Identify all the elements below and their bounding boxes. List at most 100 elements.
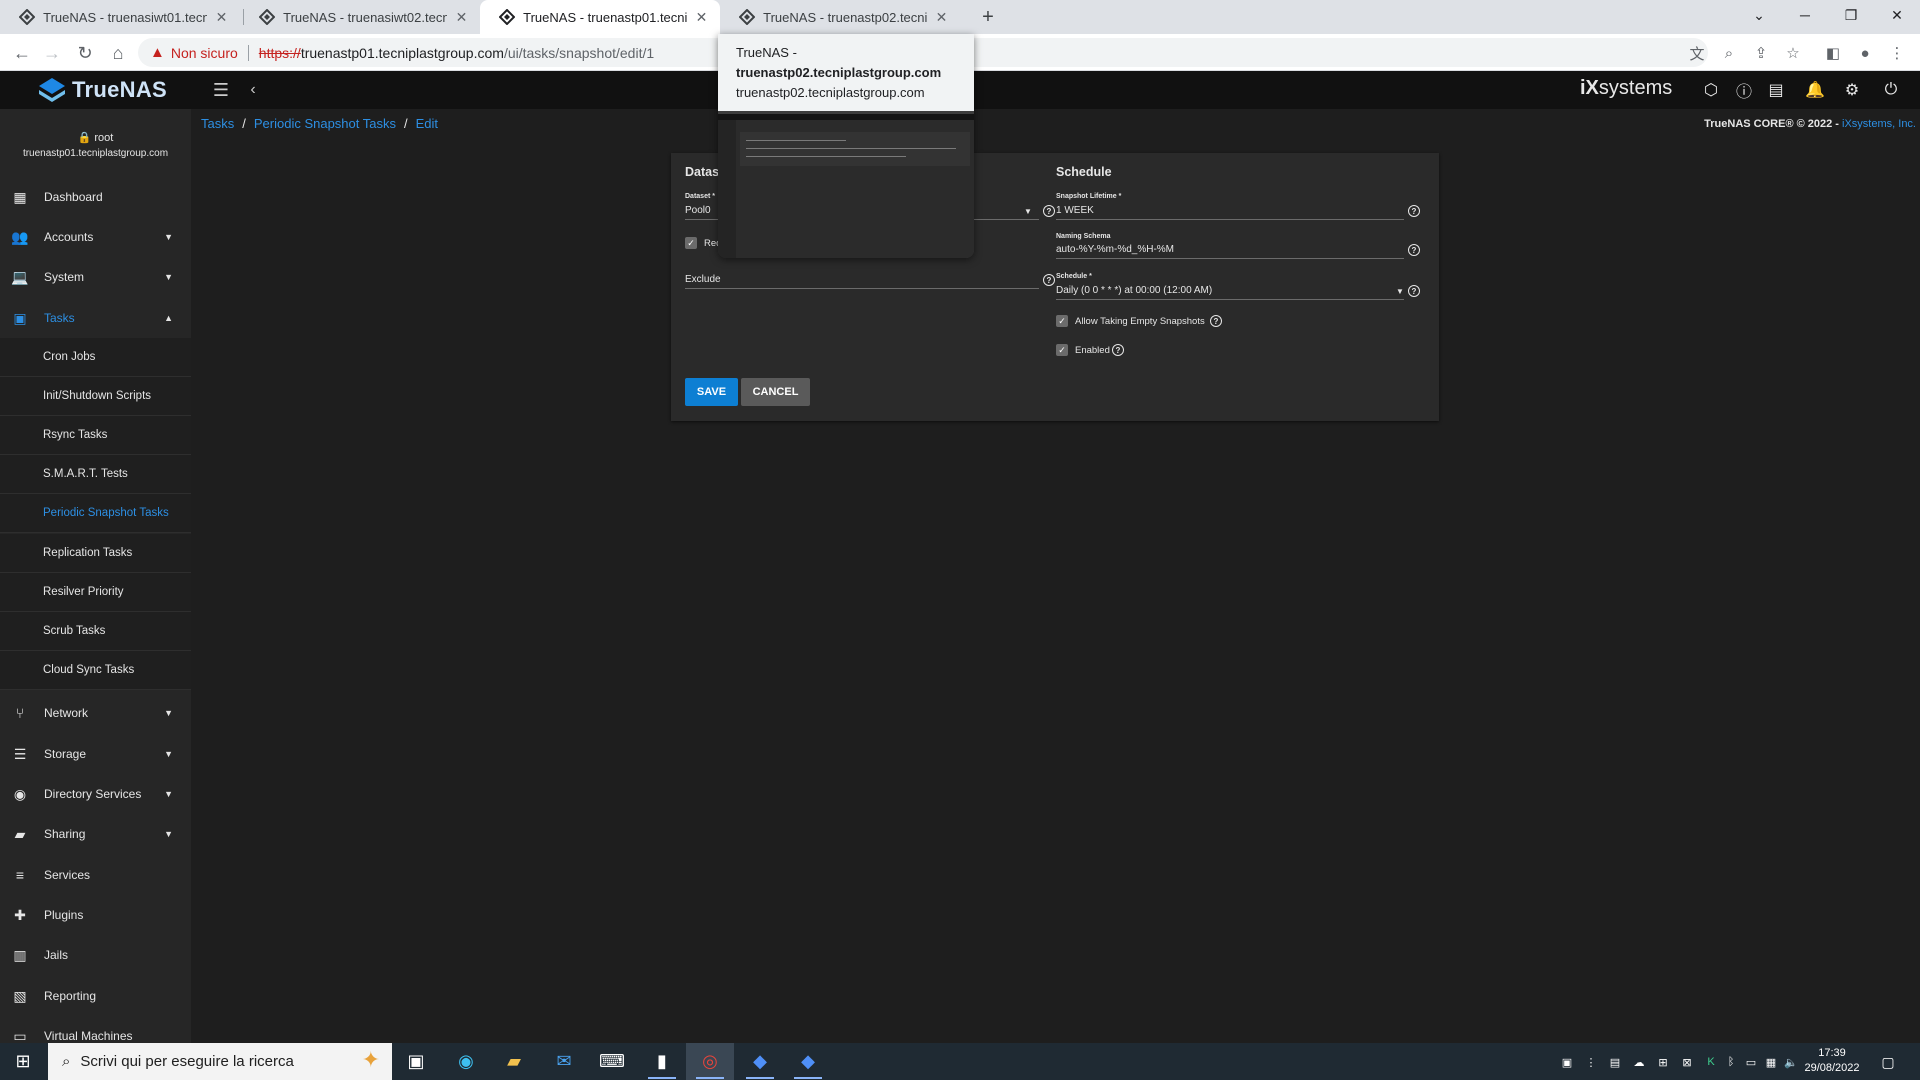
side-panel-icon[interactable]: ◧	[1821, 41, 1845, 65]
copyright-company-link[interactable]: iXsystems, Inc.	[1842, 118, 1916, 130]
remote-app-icon-2[interactable]: ◆	[784, 1043, 832, 1080]
sidebar-item-directory-services[interactable]: ◉ Directory Services ▼	[0, 774, 191, 814]
sidebar-subitem-scrub[interactable]: Scrub Tasks	[0, 612, 191, 651]
terminal-icon[interactable]: ▮	[638, 1043, 686, 1080]
close-window-icon[interactable]: ✕	[1874, 0, 1920, 30]
system-clock[interactable]: 17:39 29/08/2022	[1796, 1046, 1868, 1076]
share-icon[interactable]: ⇪	[1749, 41, 1773, 65]
mail-icon[interactable]: ✉	[540, 1043, 588, 1080]
remote-app-icon-1[interactable]: ◆	[736, 1043, 784, 1080]
breadcrumb-tasks[interactable]: Tasks	[201, 116, 234, 131]
help-icon[interactable]: ?	[1043, 205, 1055, 217]
tab-close-icon[interactable]: ✕	[453, 8, 470, 26]
notifications-bell-icon[interactable]: 🔔	[1804, 79, 1826, 101]
truenas-logo[interactable]: TrueNAS	[38, 77, 167, 103]
network-tray-icon[interactable]: ▦	[1762, 1053, 1780, 1071]
recursive-checkbox[interactable]: ✓	[685, 237, 697, 249]
tray-k-icon[interactable]: K	[1702, 1053, 1720, 1071]
truecommand-icon[interactable]: ⬡	[1700, 79, 1722, 101]
power-icon[interactable]: ⏻	[1880, 79, 1902, 101]
home-icon[interactable]: ⌂	[104, 39, 132, 67]
sidebar-subitem-cloud-sync[interactable]: Cloud Sync Tasks	[0, 651, 191, 690]
new-tab-button[interactable]: +	[976, 5, 1000, 29]
tab-close-icon[interactable]: ✕	[933, 8, 950, 26]
schedule-select[interactable]: Daily (0 0 * * *) at 00:00 (12:00 AM)	[1056, 285, 1212, 296]
back-icon[interactable]: ←	[8, 39, 36, 67]
browser-tab-4[interactable]: TrueNAS - truenastp02.tecniplast ✕	[720, 0, 960, 34]
enabled-checkbox[interactable]: ✓	[1056, 344, 1068, 356]
info-icon[interactable]: ⓘ	[1733, 79, 1755, 101]
forward-icon[interactable]: →	[38, 39, 66, 67]
naming-schema-input[interactable]: auto-%Y-%m-%d_%H-%M	[1056, 244, 1174, 255]
task-manager-icon[interactable]: ▤	[1765, 79, 1787, 101]
windows-start-icon[interactable]: ⊞	[0, 1043, 46, 1080]
sidebar-subitem-cron-jobs[interactable]: Cron Jobs	[0, 338, 191, 377]
profile-icon[interactable]: ●	[1853, 41, 1877, 65]
tray-app-icon[interactable]: ⊠	[1678, 1053, 1696, 1071]
ixsystems-logo[interactable]: iXsystems	[1580, 77, 1672, 100]
bookmark-star-icon[interactable]: ☆	[1781, 41, 1805, 65]
tab-close-icon[interactable]: ✕	[213, 8, 230, 26]
sidebar-subitem-periodic-snapshot[interactable]: Periodic Snapshot Tasks	[0, 494, 191, 533]
sidebar-item-storage[interactable]: ☰ Storage ▼	[0, 734, 191, 774]
save-button[interactable]: SAVE	[685, 378, 738, 406]
settings-gear-icon[interactable]: ⚙	[1841, 79, 1863, 101]
tray-app-icon[interactable]: ▤	[1606, 1053, 1624, 1071]
sidebar-subitem-replication[interactable]: Replication Tasks	[0, 534, 191, 573]
sidebar-subitem-init-shutdown[interactable]: Init/Shutdown Scripts	[0, 377, 191, 416]
allow-empty-checkbox[interactable]: ✓	[1056, 315, 1068, 327]
sidebar-item-sharing[interactable]: ▰ Sharing ▼	[0, 814, 191, 854]
sidebar-item-reporting[interactable]: ▧ Reporting	[0, 976, 191, 1016]
sidebar-subitem-resilver[interactable]: Resilver Priority	[0, 573, 191, 612]
zoom-icon[interactable]: ⌕	[1717, 41, 1741, 65]
tray-app-icon[interactable]: ⋮	[1582, 1053, 1600, 1071]
lifetime-input[interactable]: 1 WEEK	[1056, 205, 1094, 216]
tab-close-icon[interactable]: ✕	[693, 8, 710, 26]
edge-icon[interactable]: ◉	[442, 1043, 490, 1080]
minimize-icon[interactable]: ─	[1782, 0, 1828, 30]
taskbar-search-box[interactable]: ⌕ Scrivi qui per eseguire la ricerca ✦	[48, 1043, 392, 1080]
tab-search-icon[interactable]: ⌄	[1736, 0, 1782, 30]
dataset-select[interactable]: Pool0	[685, 205, 711, 216]
exclude-input[interactable]: Exclude	[685, 274, 721, 285]
sidebar-item-plugins[interactable]: ✚ Plugins	[0, 895, 191, 935]
tray-app-icon[interactable]: ⊞	[1654, 1053, 1672, 1071]
sidebar-item-jails[interactable]: ▥ Jails	[0, 935, 191, 975]
cancel-button[interactable]: CANCEL	[741, 378, 810, 406]
help-icon[interactable]: ?	[1408, 205, 1420, 217]
help-icon[interactable]: ?	[1043, 274, 1055, 286]
tray-app-icon[interactable]: ▭	[1742, 1053, 1760, 1071]
remote-desktop-icon[interactable]: ⌨	[588, 1043, 636, 1080]
dropdown-arrow-icon[interactable]: ▼	[1396, 287, 1404, 296]
notification-center-icon[interactable]: ▢	[1878, 1052, 1898, 1072]
task-view-icon[interactable]: ▣	[392, 1043, 440, 1080]
browser-tab-3-active[interactable]: TrueNAS - truenastp01.tecniplast ✕	[480, 0, 720, 34]
browser-tab-1[interactable]: TrueNAS - truenasiwt01.tecniplast ✕	[0, 0, 240, 34]
help-icon[interactable]: ?	[1210, 315, 1222, 327]
menu-dots-icon[interactable]: ⋮	[1885, 41, 1909, 65]
translate-icon[interactable]: 文	[1685, 41, 1709, 65]
sidebar-item-dashboard[interactable]: ▦ Dashboard	[0, 177, 191, 217]
tray-app-icon[interactable]: ▣	[1558, 1053, 1576, 1071]
hamburger-menu-icon[interactable]: ☰	[210, 80, 232, 100]
sidebar-item-system[interactable]: 💻 System ▼	[0, 257, 191, 297]
help-icon[interactable]: ?	[1112, 344, 1124, 356]
restore-icon[interactable]: ❐	[1828, 0, 1874, 30]
sidebar-item-accounts[interactable]: 👥 Accounts ▼	[0, 217, 191, 257]
sidebar-item-network[interactable]: ⑂ Network ▼	[0, 693, 191, 733]
file-explorer-icon[interactable]: ▰	[490, 1043, 538, 1080]
onedrive-icon[interactable]: ☁	[1630, 1053, 1648, 1071]
help-icon[interactable]: ?	[1408, 244, 1420, 256]
sidebar-subitem-rsync[interactable]: Rsync Tasks	[0, 416, 191, 455]
sidebar-item-services[interactable]: ≡ Services	[0, 855, 191, 895]
help-icon[interactable]: ?	[1408, 285, 1420, 297]
bluetooth-icon[interactable]: ᛒ	[1722, 1053, 1740, 1071]
dropdown-arrow-icon[interactable]: ▼	[1024, 207, 1032, 216]
sidebar-item-virtual-machines[interactable]: ▭ Virtual Machines	[0, 1016, 191, 1044]
collapse-sidebar-icon[interactable]: ‹	[244, 80, 262, 100]
breadcrumb-edit[interactable]: Edit	[416, 116, 438, 131]
sidebar-item-tasks[interactable]: ▣ Tasks ▲	[0, 298, 191, 338]
breadcrumb-periodic-snapshot[interactable]: Periodic Snapshot Tasks	[254, 116, 396, 131]
browser-tab-2[interactable]: TrueNAS - truenasiwt02.tecniplast ✕	[240, 0, 480, 34]
reload-icon[interactable]: ↻	[71, 39, 99, 67]
